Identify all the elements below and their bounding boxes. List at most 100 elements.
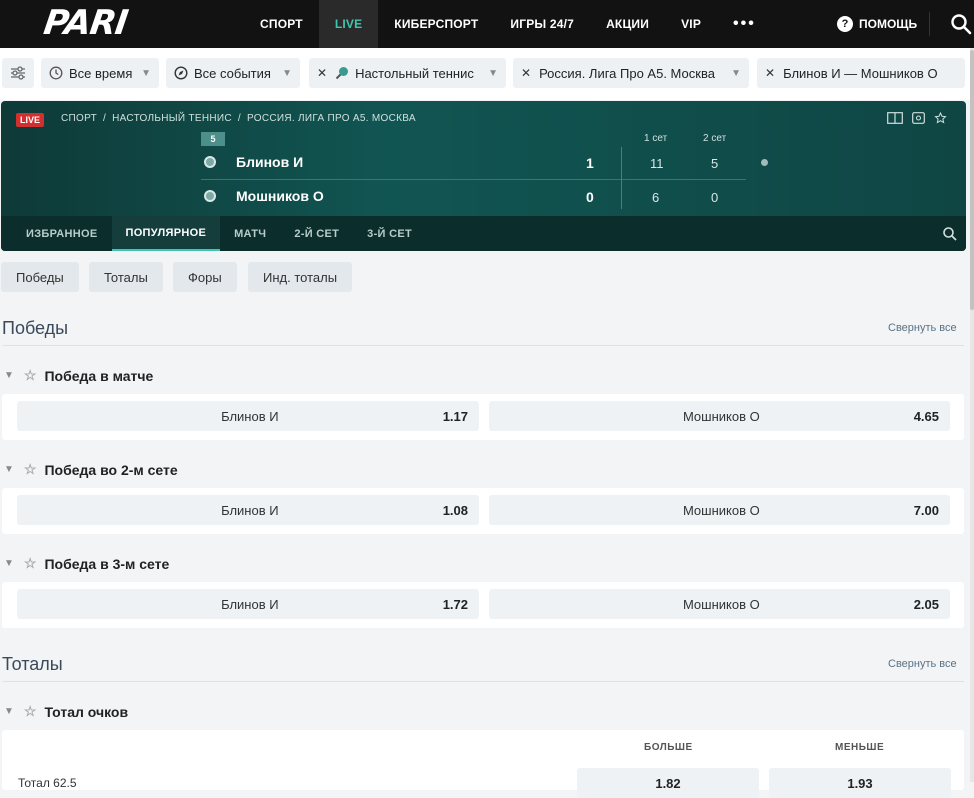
collapse-all-link[interactable]: Свернуть все [888,658,957,670]
star-icon[interactable]: ☆ [24,703,37,720]
breadcrumb-table-tennis[interactable]: НАСТОЛЬНЫЙ ТЕННИС [112,113,232,124]
scrollbar[interactable] [970,48,974,782]
odd-value: 4.65 [913,408,939,424]
odd-button[interactable]: Мошников О 2.05 [489,589,950,619]
odd-button[interactable]: Блинов И 1.72 [17,589,479,619]
outcome-name: Блинов И [221,408,279,424]
star-icon[interactable]: ☆ [24,555,37,572]
breadcrumb-separator: / [103,113,107,124]
odd-button[interactable]: Блинов И 1.17 [17,401,479,431]
market-header[interactable]: ▼ ☆ Победа в 3-м сете [4,555,169,572]
market-outcomes: Блинов И 1.72 Мошников О 2.05 [2,582,964,628]
market-filter-ind-totals[interactable]: Инд. тоталы [248,262,353,292]
close-icon[interactable]: ✕ [521,66,531,80]
nav-vip[interactable]: VIP [665,0,717,48]
nav-live[interactable]: LIVE [318,0,379,48]
tab-match[interactable]: МАТЧ [220,216,280,251]
more-menu-icon[interactable]: ••• [717,0,772,48]
breadcrumb-sport[interactable]: СПОРТ [61,113,97,124]
section-title-totals: Тоталы [2,654,63,674]
divider [929,12,930,36]
team-home-name: Блинов И [236,154,304,170]
time-filter-label: Все время [69,65,133,81]
team-home-set1: 11 [650,156,664,171]
sport-filter[interactable]: ✕ Настольный теннис ▼ [309,58,506,88]
clock-icon [49,66,63,80]
chevron-down-icon[interactable]: ▼ [4,706,14,717]
events-filter-label: Все события [194,65,271,81]
market-filter-handicaps[interactable]: Форы [173,262,237,292]
market-header[interactable]: ▼ ☆ Победа в матче [4,367,153,384]
team-home-score: 1 [586,155,594,171]
scrollbar-thumb[interactable] [970,50,974,310]
odd-button[interactable]: Мошников О 7.00 [489,495,950,525]
market-title: Победа во 2-м сете [44,461,178,478]
divider [621,147,622,209]
column-header-under: МЕНЬШЕ [835,742,885,753]
nav-esports[interactable]: КИБЕРСПОРТ [378,0,494,48]
chevron-down-icon: ▼ [282,67,292,79]
sport-filter-label: Настольный теннис [355,65,474,81]
outcome-name: Мошников О [682,596,760,612]
divider [201,179,746,180]
market-title: Победа в 3-м сете [44,555,170,572]
market-filter-wins[interactable]: Победы [1,262,79,292]
header-icons [887,112,947,124]
compass-icon [174,66,188,80]
filter-settings-button[interactable] [2,58,34,88]
odd-value: 1.17 [442,408,468,424]
chevron-down-icon[interactable]: ▼ [4,464,14,475]
events-filter[interactable]: Все события ▼ [166,58,300,88]
league-filter[interactable]: ✕ Россия. Лига Про А5. Москва ▼ [513,58,749,88]
nav-sport[interactable]: СПОРТ [244,0,319,48]
chevron-down-icon[interactable]: ▼ [4,370,14,381]
market-title: Тотал очков [44,703,129,720]
event-tabs: ИЗБРАННОЕ ПОПУЛЯРНОЕ МАТЧ 2-Й СЕТ 3-Й СЕ… [1,216,966,251]
match-filter-label: Блинов И — Мошников О [783,65,938,81]
odd-button[interactable]: Блинов И 1.08 [17,495,479,525]
time-filter[interactable]: Все время ▼ [41,58,159,88]
market-header[interactable]: ▼ ☆ Победа во 2-м сете [4,461,178,478]
market-header[interactable]: ▼ ☆ Тотал очков [4,703,128,720]
odd-button-over[interactable]: 1.82 [577,768,759,798]
nav-promotions[interactable]: АКЦИИ [590,0,665,48]
split-view-icon[interactable] [887,112,903,124]
divider [2,345,964,346]
team-away-name: Мошников О [236,188,324,204]
tab-favorites[interactable]: ИЗБРАННОЕ [1,216,112,251]
match-filter[interactable]: ✕ Блинов И — Мошников О [757,58,965,88]
game-number-badge: 5 [201,132,225,146]
collapse-all-link[interactable]: Свернуть все [888,322,957,334]
tab-set2[interactable]: 2-Й СЕТ [280,216,353,251]
nav-games[interactable]: ИГРЫ 24/7 [494,0,590,48]
pari-logo[interactable]: PARI [41,3,130,43]
team-home: Блинов И [204,154,303,170]
help-button[interactable]: ? ПОМОЩЬ [837,0,917,48]
search-icon[interactable] [950,13,972,35]
star-icon[interactable]: ☆ [24,461,37,478]
odd-value: 7.00 [913,502,939,518]
breadcrumb-league[interactable]: РОССИЯ. ЛИГА ПРО А5. МОСКВА [247,113,416,124]
search-icon[interactable] [942,226,958,242]
breadcrumb-separator: / [237,113,242,124]
team-away-set1: 6 [652,190,660,205]
market-filter-totals[interactable]: Тоталы [89,262,163,292]
team-home-set2: 5 [711,156,719,171]
table-tennis-icon [335,67,349,80]
question-icon: ? [837,16,853,32]
odd-value: 1.72 [442,596,468,612]
star-icon[interactable]: ☆ [24,367,37,384]
tab-popular[interactable]: ПОПУЛЯРНОЕ [111,216,221,251]
breadcrumb: СПОРТ / НАСТОЛЬНЫЙ ТЕННИС / РОССИЯ. ЛИГА… [61,113,416,124]
odd-button[interactable]: Мошников О 4.65 [489,401,950,431]
set1-label: 1 сет [644,133,668,144]
close-icon[interactable]: ✕ [765,66,775,80]
close-icon[interactable]: ✕ [317,66,327,80]
star-icon[interactable] [934,112,947,124]
chevron-down-icon[interactable]: ▼ [4,558,14,569]
live-badge: LIVE [16,113,45,127]
odd-button-under[interactable]: 1.93 [769,768,951,798]
tab-set3[interactable]: 3-Й СЕТ [353,216,426,251]
top-navbar: PARI СПОРТ LIVE КИБЕРСПОРТ ИГРЫ 24/7 АКЦ… [0,0,974,48]
scoreboard-icon[interactable] [912,112,925,124]
